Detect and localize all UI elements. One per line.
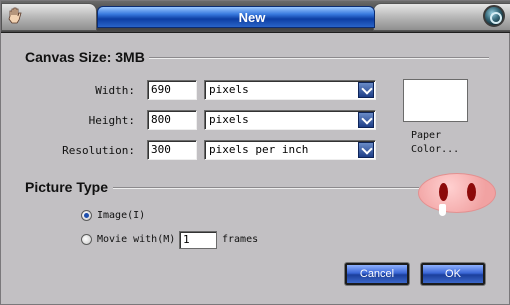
pig-right-eye	[467, 183, 476, 201]
width-unit-select[interactable]: pixels	[204, 80, 376, 100]
picture-type-divider	[113, 187, 419, 189]
width-unit-value: pixels	[209, 83, 249, 96]
chevron-down-icon[interactable]	[358, 82, 374, 98]
canvas-size-heading: Canvas Size: 3MB	[25, 49, 145, 65]
paper-color-label[interactable]: Paper Color...	[411, 129, 481, 157]
height-label: Height:	[88, 114, 135, 127]
resolution-label: Resolution:	[62, 144, 135, 157]
paper-color-swatch[interactable]	[403, 79, 468, 122]
picture-type-heading: Picture Type	[25, 179, 108, 195]
image-radio-label[interactable]: Image(I)	[97, 210, 145, 221]
movie-radio-label[interactable]: Movie with(M)	[97, 234, 175, 245]
height-unit-value: pixels	[209, 113, 249, 126]
chevron-down-icon[interactable]	[358, 112, 374, 128]
height-input[interactable]: 800	[147, 110, 197, 130]
chevron-down-icon[interactable]	[358, 142, 374, 158]
paper-color-label-line2: Color...	[411, 144, 460, 155]
width-label: Width:	[95, 84, 135, 97]
new-dialog: New Canvas Size: 3MB Width: 690 pixels H…	[0, 0, 510, 305]
resolution-input[interactable]: 300	[147, 140, 197, 160]
pig-left-eye	[439, 183, 448, 201]
window-title: New	[238, 10, 266, 25]
movie-radio[interactable]	[81, 234, 92, 245]
resolution-unit-select[interactable]: pixels per inch	[204, 140, 376, 160]
frames-label: frames	[222, 234, 259, 245]
hand-icon[interactable]	[6, 7, 24, 25]
height-unit-select[interactable]: pixels	[204, 110, 376, 130]
canvas-size-divider	[149, 57, 489, 59]
frames-input[interactable]: 1	[179, 231, 217, 249]
image-radio[interactable]	[81, 210, 92, 221]
title-bar[interactable]: New	[1, 1, 510, 33]
resolution-unit-value: pixels per inch	[209, 143, 309, 156]
cancel-button[interactable]: Cancel	[345, 263, 409, 285]
paper-color-label-line1: Paper	[411, 130, 442, 141]
pig-tooth	[439, 204, 446, 216]
width-input[interactable]: 690	[147, 80, 197, 100]
ok-button[interactable]: OK	[421, 263, 485, 285]
close-orb-icon[interactable]	[483, 5, 505, 27]
pig-mascot-icon	[418, 173, 496, 216]
